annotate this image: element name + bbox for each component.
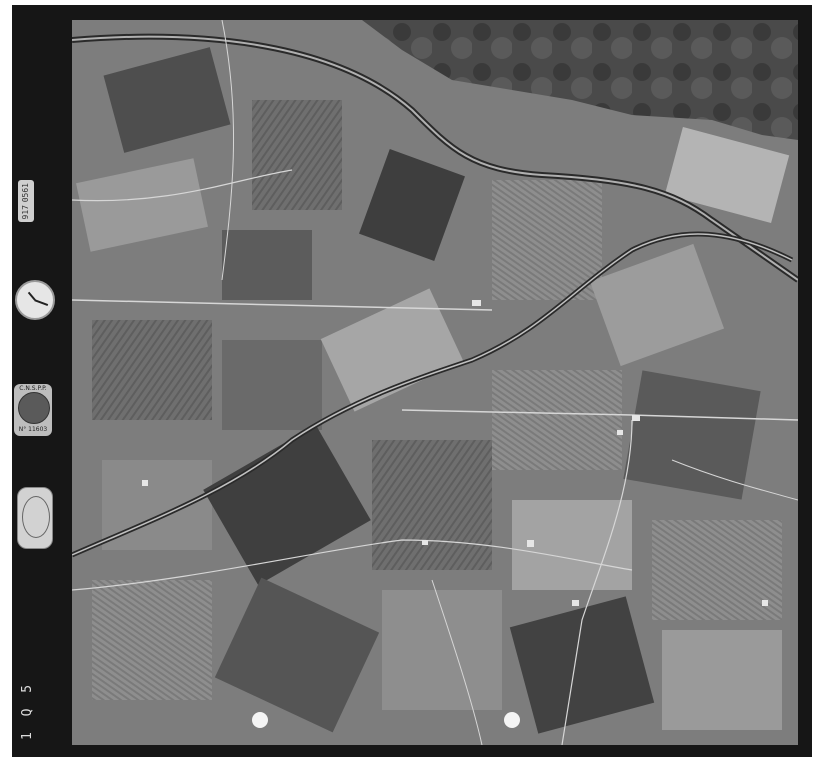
fiducial-notch-top [418, 5, 446, 21]
altimeter-icon: C.N.S.P.P. N° 11603 [14, 384, 52, 436]
film-code-line-2: 917 [21, 205, 30, 220]
bubble-level-icon [17, 487, 53, 549]
film-perforation-left [252, 712, 268, 728]
film-code-line-1: 0561 [21, 183, 30, 203]
altimeter-top-text: C.N.S.P.P. [19, 385, 47, 392]
clock-icon [15, 280, 55, 320]
aerial-photograph [72, 20, 798, 745]
film-perforation-right [504, 712, 520, 728]
frame-number: 1 Q 5 [20, 680, 35, 740]
film-code-label: 0561 917 [18, 180, 34, 222]
altimeter-bottom-text: N° 11603 [18, 426, 48, 433]
aerial-landscape [72, 20, 798, 745]
